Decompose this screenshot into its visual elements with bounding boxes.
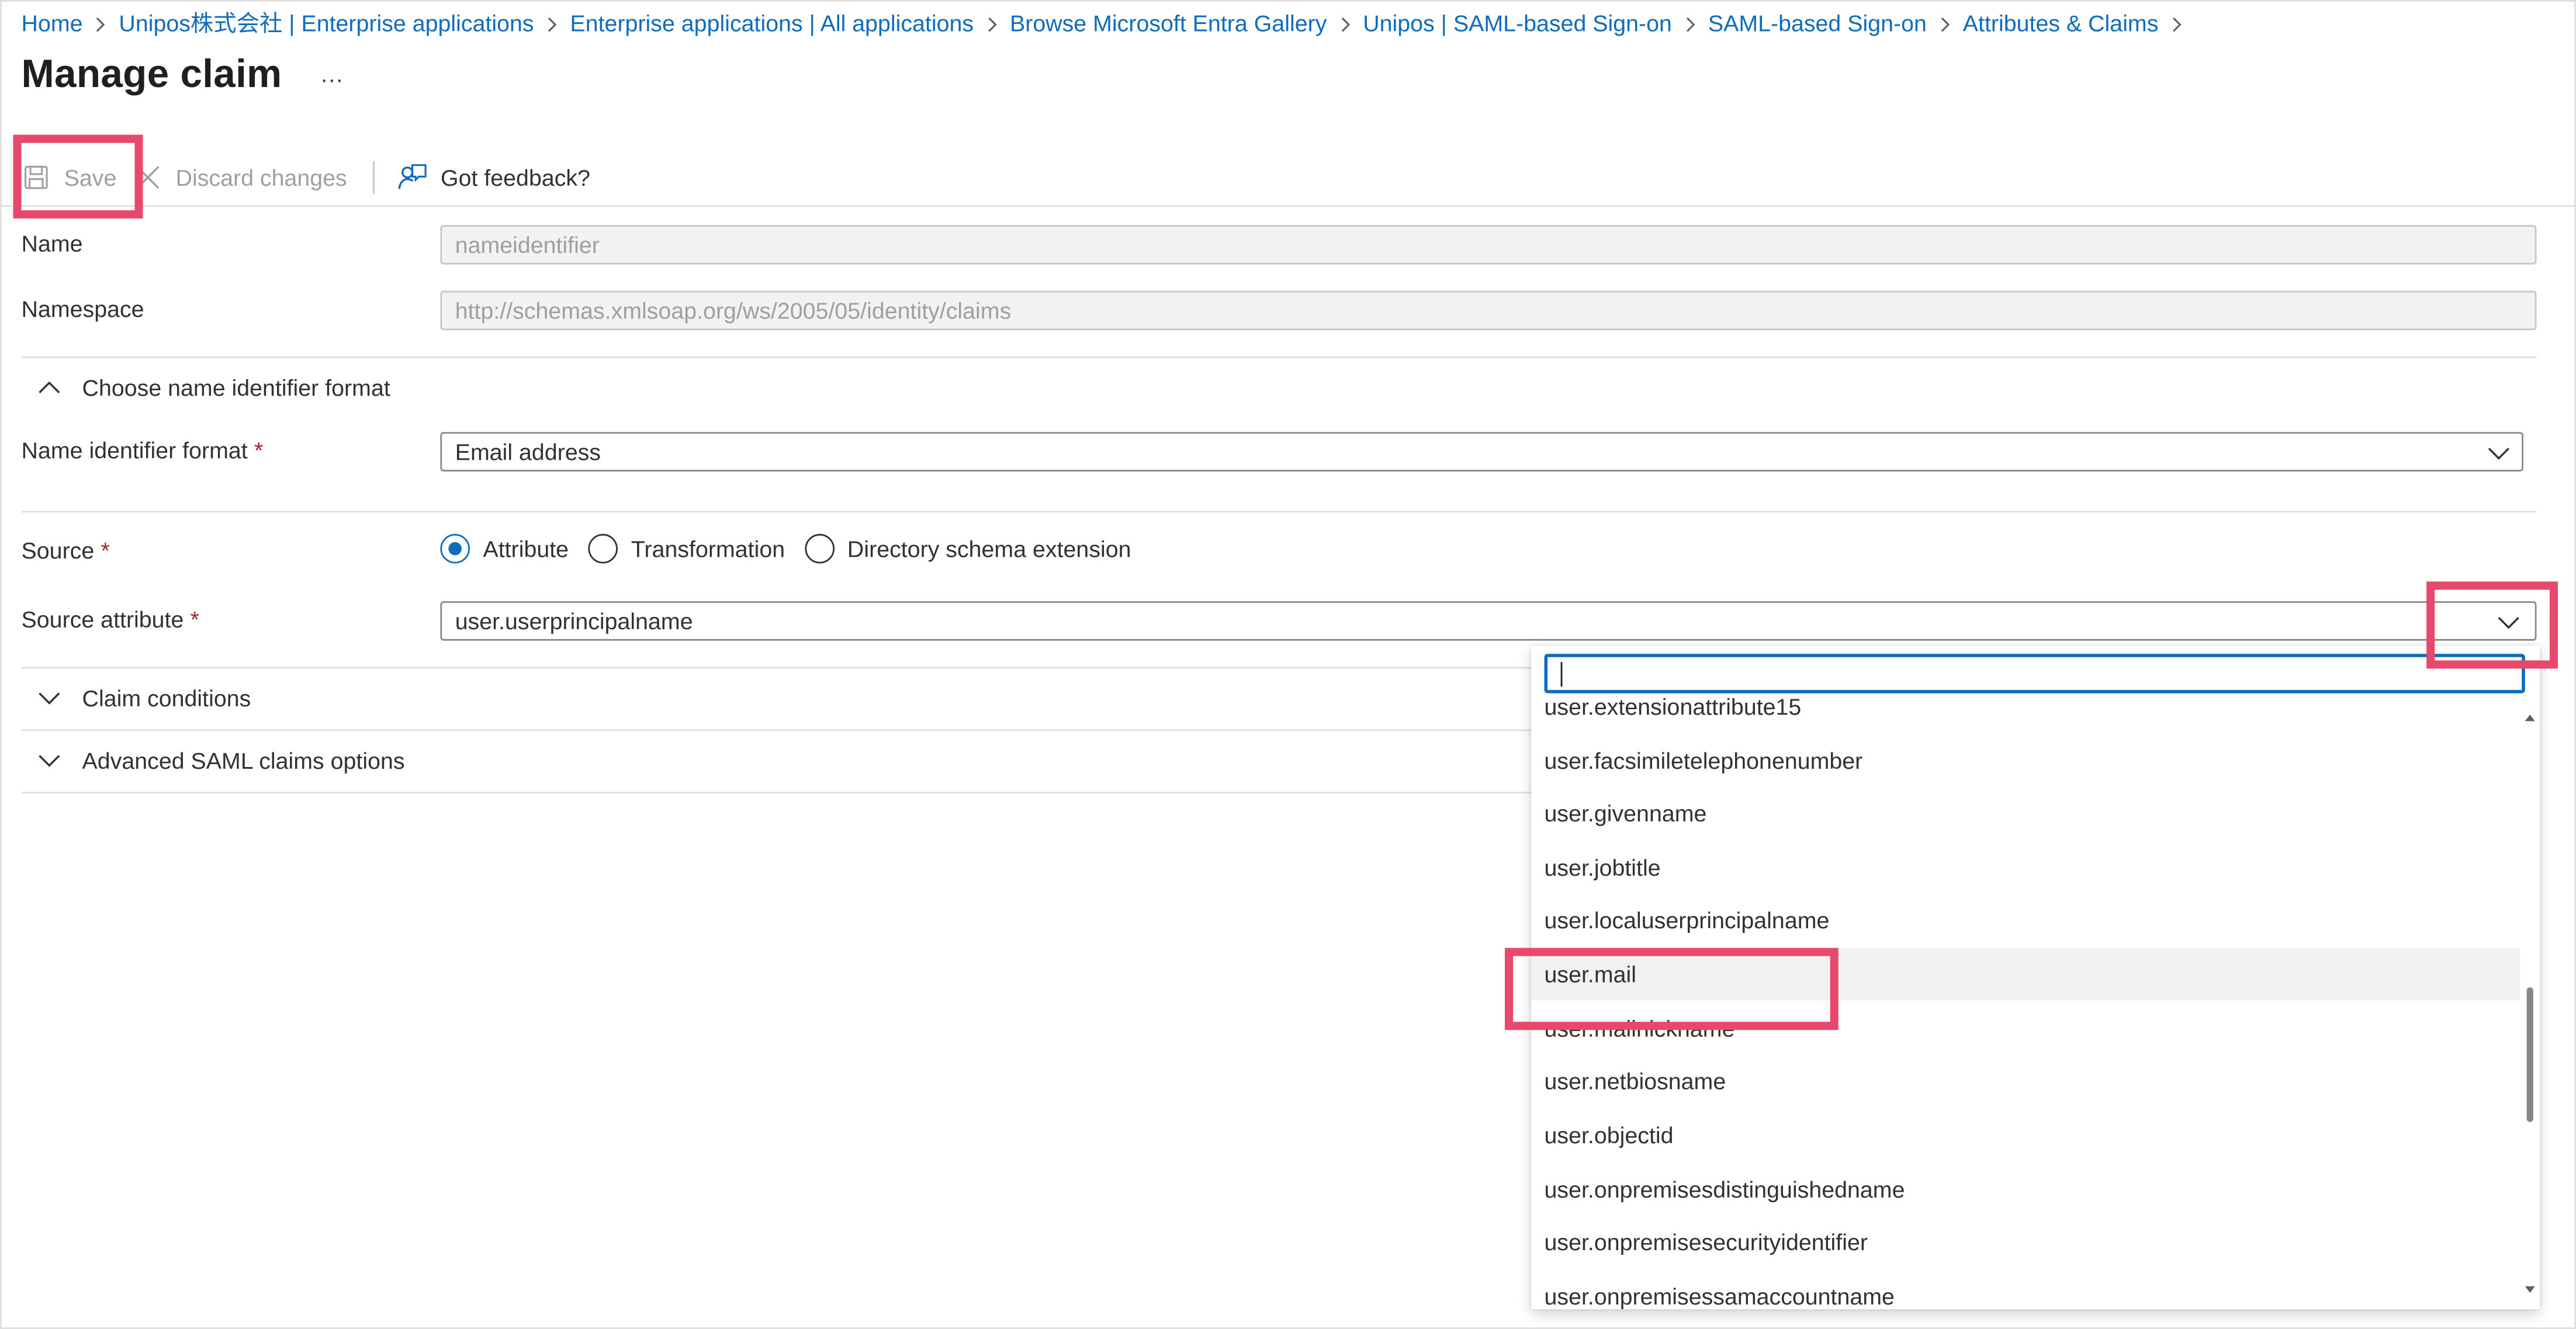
name-identifier-format-label: Name identifier format * [22,437,264,463]
chevron-right-icon [1927,11,1963,35]
source-attribute-select[interactable]: user.userprincipalname [440,601,2537,641]
name-label: Name [21,230,83,256]
dropdown-option[interactable]: user.localuserprincipalname [1531,894,2520,946]
radio-unchecked[interactable] [588,533,618,564]
advanced-saml-options-toggle[interactable]: Advanced SAML claims options [36,744,405,777]
chevron-down-icon [2485,440,2512,467]
source-option-transformation[interactable]: Transformation [588,533,785,564]
text-caret [1560,662,1563,687]
dropdown-option[interactable]: user.extensionattribute15 [1531,692,2520,733]
name-identifier-format-value: Email address [455,438,601,465]
discard-changes-button[interactable]: Discard changes [133,154,347,200]
breadcrumb-saml-sign-on[interactable]: SAML-based Sign-on [1708,10,1927,36]
dropdown-option[interactable]: user.onpremisessamaccountname [1531,1270,2520,1309]
dropdown-options-list: user.extensionattribute15 user.facsimile… [1531,692,2520,1309]
breadcrumb-gallery[interactable]: Browse Microsoft Entra Gallery [1010,10,1327,36]
claim-conditions-toggle[interactable]: Claim conditions [36,682,251,714]
feedback-icon [398,162,428,192]
dropdown-option[interactable]: user.objectid [1531,1109,2520,1161]
source-attribute-label: Source attribute * [22,606,199,633]
chevron-right-icon [83,11,119,35]
chevron-down-icon [36,685,63,712]
name-identifier-section-label: Choose name identifier format [82,374,390,401]
divider [21,511,2537,513]
breadcrumb-attributes-claims[interactable]: Attributes & Claims [1963,10,2159,36]
name-field[interactable]: nameidentifier [440,225,2537,265]
page-title: Manage claim [21,52,282,97]
source-attribute-text: Source attribute [21,606,184,633]
chevron-right-icon [1327,11,1363,35]
dropdown-option[interactable]: user.jobtitle [1531,841,2520,894]
source-option-attribute[interactable]: Attribute [440,533,569,564]
radio-checked[interactable] [440,533,470,564]
source-option-label: Directory schema extension [847,535,1131,562]
discard-label: Discard changes [175,164,347,191]
name-identifier-format-select[interactable]: Email address [440,432,2524,472]
radio-unchecked[interactable] [804,533,835,564]
divider [21,356,2537,359]
required-mark: * [254,437,264,464]
manage-claim-page: Home Unipos株式会社 | Enterprise application… [0,0,2576,1329]
name-identifier-format-text: Name identifier format [21,437,248,464]
dropdown-search-input[interactable] [1544,654,2525,693]
source-option-label: Attribute [483,535,569,562]
dropdown-option[interactable]: user.givenname [1531,787,2520,839]
chevron-right-icon [2158,11,2194,35]
save-label: Save [64,164,117,191]
source-label: Source * [22,537,110,564]
save-icon [22,162,51,192]
toolbar-separator [0,205,2576,207]
toolbar-divider [373,161,375,194]
breadcrumb-enterprise-apps[interactable]: Unipos株式会社 | Enterprise applications [119,6,534,39]
dropdown-scrollbar[interactable] [2523,712,2536,1296]
chevron-down-icon [36,748,63,774]
breadcrumb: Home Unipos株式会社 | Enterprise application… [22,6,2195,39]
chevron-up-icon [36,374,63,401]
dropdown-option-hovered[interactable]: user.mail [1531,948,2520,1001]
dropdown-option[interactable]: user.netbiosname [1531,1054,2520,1107]
feedback-button[interactable]: Got feedback? [398,154,590,200]
namespace-field[interactable]: http://schemas.xmlsoap.org/ws/2005/05/id… [440,290,2537,331]
required-mark: * [101,537,110,564]
chevron-right-icon [534,11,570,35]
claim-conditions-label: Claim conditions [82,685,251,712]
source-attribute-value: user.userprincipalname [455,608,693,634]
source-option-directory-schema-extension[interactable]: Directory schema extension [804,533,1131,564]
more-options-button[interactable]: ··· [316,63,348,95]
chevron-right-icon [1672,11,1708,35]
feedback-label: Got feedback? [440,164,590,191]
breadcrumb-home[interactable]: Home [22,10,83,36]
dropdown-option[interactable]: user.facsimiletelephonenumber [1531,734,2520,787]
chevron-right-icon [974,11,1010,35]
dropdown-option[interactable]: user.onpremisesdistinguishedname [1531,1163,2520,1216]
save-button[interactable]: Save [22,154,117,200]
close-icon [133,162,162,192]
source-radio-group: Attribute Transformation Directory schem… [440,530,1151,567]
source-text: Source [21,537,95,564]
scroll-up-icon[interactable] [2523,712,2536,724]
required-mark: * [190,606,199,633]
dropdown-option[interactable]: user.onpremisesecurityidentifier [1531,1216,2520,1268]
chevron-down-icon[interactable] [2495,609,2522,636]
advanced-saml-options-label: Advanced SAML claims options [82,747,405,774]
dropdown-option[interactable]: user.mailnickname [1531,1002,2520,1054]
command-bar: Save Discard changes Got feedback? [22,154,590,200]
name-identifier-section-toggle[interactable]: Choose name identifier format [36,372,390,404]
namespace-label: Namespace [21,296,144,322]
breadcrumb-unipos-saml[interactable]: Unipos | SAML-based Sign-on [1363,10,1672,36]
scroll-down-icon[interactable] [2523,1283,2536,1296]
breadcrumb-all-applications[interactable]: Enterprise applications | All applicatio… [570,10,974,36]
source-attribute-dropdown: user.extensionattribute15 user.facsimile… [1531,646,2540,1310]
source-option-label: Transformation [631,535,785,562]
scrollbar-thumb[interactable] [2526,987,2533,1122]
